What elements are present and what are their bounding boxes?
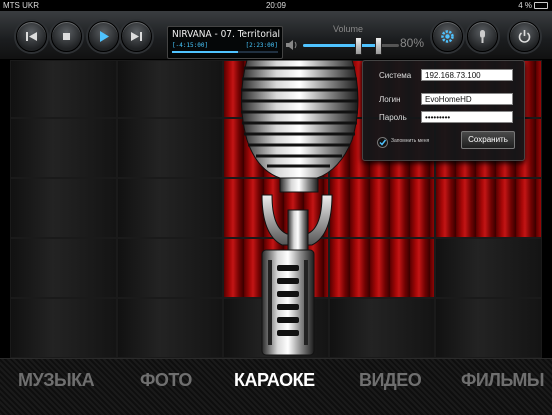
time-total: [2:23:00] [245, 42, 278, 49]
grid-tile[interactable] [10, 298, 117, 358]
grid-tile[interactable] [117, 60, 223, 118]
volume-knob[interactable] [355, 37, 362, 55]
battery-label: 4 % [518, 1, 532, 10]
grid-tile[interactable] [10, 118, 117, 178]
previous-icon [26, 32, 37, 41]
grid-tile[interactable] [117, 118, 223, 178]
next-track-button[interactable] [121, 21, 152, 52]
grid-tile[interactable] [117, 238, 223, 298]
tab-music[interactable]: МУЗЫКА [18, 370, 95, 391]
grid-tile[interactable] [435, 238, 542, 298]
karaoke-mic-button[interactable] [467, 21, 498, 52]
remember-me-checkbox[interactable] [377, 137, 388, 148]
previous-track-button[interactable] [16, 21, 47, 52]
status-bar: MTS UKR 20:09 4 % [0, 0, 552, 11]
system-field[interactable]: 192.168.73.100 [421, 69, 513, 81]
now-playing-display: NIRVANA - 07. Territorial Pi [-4:15:00] … [167, 26, 283, 59]
stop-icon [63, 33, 70, 40]
top-toolbar: NIRVANA - 07. Territorial Pi [-4:15:00] … [0, 11, 552, 60]
battery-indicator: 4 % [518, 0, 548, 11]
grid-tile[interactable] [10, 60, 117, 118]
settings-popup: Система 192.168.73.100 Логин EvoHomeHD П… [362, 60, 525, 161]
track-title: NIRVANA - 07. Territorial Pi [172, 29, 280, 40]
grid-tile[interactable] [117, 178, 223, 238]
volume-slider[interactable] [303, 44, 399, 47]
volume-fill [303, 44, 380, 47]
grid-tile[interactable] [435, 178, 542, 238]
save-button[interactable]: Сохранить [461, 131, 515, 149]
remember-me-label: Запомнить меня [391, 138, 430, 144]
power-button[interactable] [509, 21, 540, 52]
clock: 20:09 [265, 1, 287, 10]
play-button[interactable] [88, 21, 119, 52]
login-label: Логин [379, 95, 401, 104]
login-field[interactable]: EvoHomeHD [421, 93, 513, 105]
checkmark-icon [379, 139, 387, 146]
bottom-tab-bar: МУЗЫКА ФОТО КАРАОКЕ ВИДЕО ФИЛЬМЫ [0, 358, 552, 415]
volume-percent: 80% [400, 36, 425, 50]
password-label: Пароль [379, 113, 407, 122]
speaker-icon [286, 40, 297, 50]
time-remaining: [-4:15:00] [172, 42, 209, 49]
tab-video[interactable]: ВИДЕО [359, 370, 422, 391]
next-icon [131, 32, 142, 41]
grid-tile[interactable] [10, 178, 117, 238]
grid-tile[interactable] [117, 298, 223, 358]
power-icon [518, 30, 531, 43]
settings-button[interactable] [432, 21, 463, 52]
password-field[interactable]: ••••••••• [421, 111, 513, 123]
track-progress-bar[interactable] [172, 51, 278, 53]
system-label: Система [379, 71, 412, 80]
microphone-illustration [241, 60, 359, 356]
play-icon [100, 31, 109, 42]
grid-tile[interactable] [435, 298, 542, 358]
microphone-icon [480, 30, 485, 43]
tab-movies[interactable]: ФИЛЬМЫ [461, 370, 545, 391]
battery-icon [534, 2, 548, 10]
grid-tile[interactable] [10, 238, 117, 298]
track-progress-fill [172, 51, 238, 53]
tab-karaoke[interactable]: КАРАОКЕ [234, 370, 315, 391]
gear-icon [441, 30, 454, 43]
stop-button[interactable] [51, 21, 82, 52]
volume-label: Volume [333, 24, 364, 34]
volume-max-marker [375, 37, 382, 55]
tab-photo[interactable]: ФОТО [140, 370, 192, 391]
